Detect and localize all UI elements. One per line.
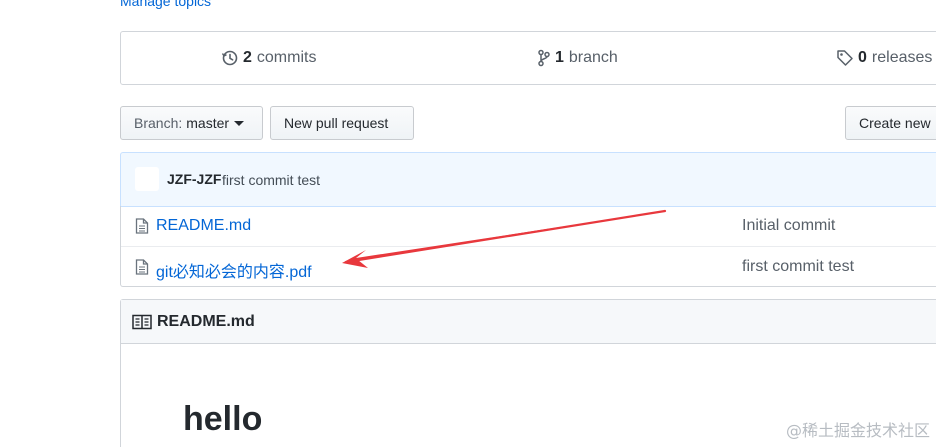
file-commit-message-link[interactable]: Initial commit: [742, 217, 835, 235]
file-name-link[interactable]: git必知必会的内容.pdf: [156, 258, 312, 282]
readme-title: README.md: [157, 313, 255, 330]
file-row: git必知必会的内容.pdf first commit test: [121, 246, 936, 286]
branch-prefix: Branch:: [134, 115, 183, 131]
new-pull-request-button[interactable]: New pull request: [270, 106, 414, 140]
manage-topics-link[interactable]: Manage topics: [120, 0, 211, 9]
releases-count: 0: [858, 49, 867, 66]
commit-author-link[interactable]: JZF-JZF: [167, 171, 221, 187]
releases-link[interactable]: 0 releases: [836, 32, 932, 84]
releases-label: releases: [871, 49, 933, 66]
create-new-label: Create new: [859, 115, 931, 131]
git-branch-icon: [538, 49, 550, 67]
commits-link[interactable]: 2 commits: [221, 32, 316, 84]
readme-heading: hello: [183, 400, 263, 438]
branch-name: master: [186, 115, 230, 131]
readme-header: README.md: [121, 300, 936, 344]
tag-icon: [837, 50, 853, 66]
watermark: @稀土掘金技术社区: [785, 421, 930, 440]
branches-link[interactable]: 1 branch: [537, 32, 618, 84]
repo-summary-bar: 2 commits 1 branch 0 releases: [120, 31, 936, 85]
file-commit-message-link[interactable]: first commit test: [742, 258, 854, 276]
commits-count: 2: [243, 49, 252, 66]
book-icon: [132, 314, 152, 330]
file-icon: [135, 218, 149, 234]
new-pull-request-label: New pull request: [284, 115, 389, 131]
file-name-link[interactable]: README.md: [156, 217, 251, 235]
history-icon: [221, 50, 238, 66]
branches-count: 1: [555, 49, 564, 66]
branch-select-button[interactable]: Branch: master: [120, 106, 263, 140]
latest-commit-bar: JZF-JZF first commit test: [120, 152, 936, 207]
branches-label: branch: [568, 49, 618, 66]
file-row: README.md Initial commit: [121, 206, 936, 246]
file-list: README.md Initial commit git必知必会的内容.pdf …: [120, 206, 936, 287]
create-new-file-button[interactable]: Create new: [845, 106, 936, 140]
commits-label: commits: [256, 49, 317, 66]
repo-page: Manage topics 2 commits 1 branch 0 relea…: [0, 0, 936, 447]
file-icon: [135, 259, 149, 275]
commit-message-link[interactable]: first commit test: [222, 172, 320, 188]
caret-down-icon: [234, 120, 245, 126]
avatar[interactable]: [135, 167, 159, 191]
